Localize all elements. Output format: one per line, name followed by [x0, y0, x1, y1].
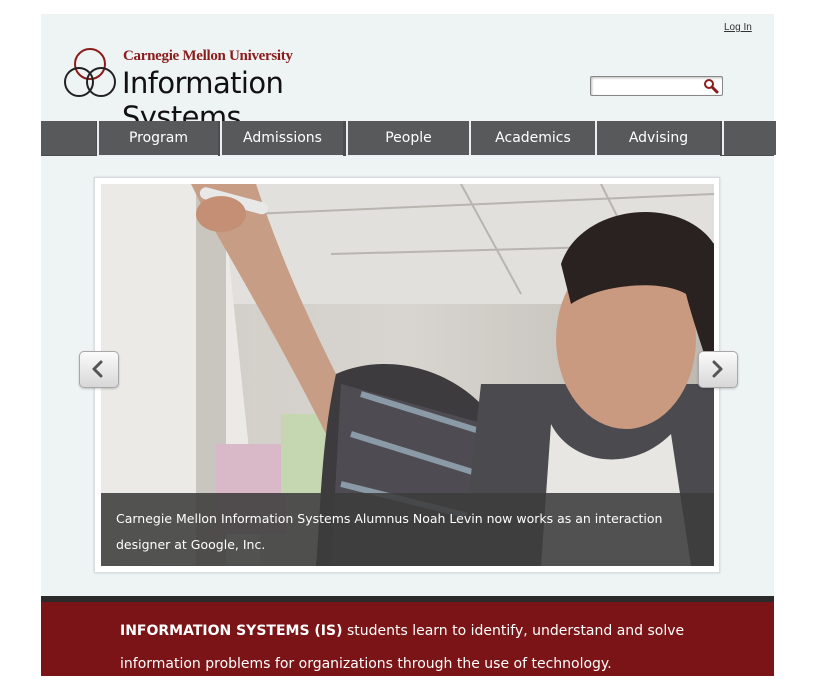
- page-container: Log In Carnegie Mellon University Inform…: [41, 14, 776, 676]
- main-nav: Program Admissions People Academics Advi…: [41, 121, 776, 156]
- login-link[interactable]: Log In: [724, 22, 752, 33]
- search-input[interactable]: [591, 79, 703, 95]
- intro-banner: INFORMATION SYSTEMS (IS) students learn …: [41, 596, 774, 676]
- nav-item-advising[interactable]: Advising: [595, 121, 720, 156]
- nav-spacer-right: [722, 121, 776, 155]
- nav-item-people[interactable]: People: [346, 121, 469, 156]
- nav-item-program[interactable]: Program: [97, 121, 218, 156]
- search-box: [590, 76, 723, 96]
- nav-item-admissions[interactable]: Admissions: [220, 121, 343, 156]
- slider-prev-button[interactable]: [79, 351, 119, 388]
- venn-rings-icon: [64, 48, 116, 97]
- chevron-right-icon: [712, 360, 723, 378]
- nav-spacer-left: [41, 121, 96, 155]
- intro-text: INFORMATION SYSTEMS (IS) students learn …: [120, 615, 700, 681]
- intro-lead: INFORMATION SYSTEMS (IS): [120, 623, 343, 639]
- nav-item-academics[interactable]: Academics: [469, 121, 595, 156]
- slide-caption: Carnegie Mellon Information Systems Alum…: [101, 493, 714, 566]
- logo-university-name: Carnegie Mellon University: [123, 48, 293, 64]
- site-logo[interactable]: Carnegie Mellon University Information S…: [63, 44, 403, 134]
- chevron-left-icon: [92, 360, 103, 378]
- slider-next-button[interactable]: [698, 351, 738, 388]
- slide-photo[interactable]: Carnegie Mellon Information Systems Alum…: [101, 184, 714, 566]
- search-icon[interactable]: [703, 78, 719, 94]
- image-slider: Carnegie Mellon Information Systems Alum…: [94, 177, 720, 573]
